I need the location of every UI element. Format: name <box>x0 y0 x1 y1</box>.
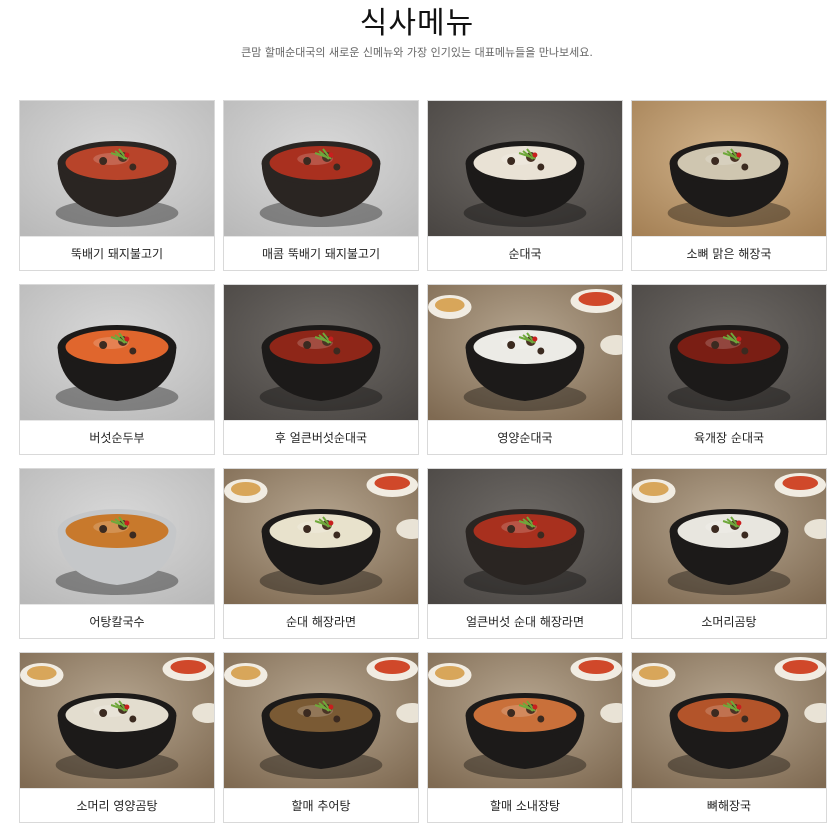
menu-card[interactable]: 뚝배기 돼지불고기 <box>19 100 215 271</box>
menu-photo[interactable] <box>632 469 826 604</box>
menu-label[interactable]: 어탕칼국수 <box>20 604 214 638</box>
menu-photo[interactable] <box>428 285 622 420</box>
menu-card[interactable]: 버섯순두부 <box>19 284 215 455</box>
menu-card[interactable]: 후 얼큰버섯순대국 <box>223 284 419 455</box>
menu-label[interactable]: 소머리곰탕 <box>632 604 826 638</box>
menu-photo[interactable] <box>428 653 622 788</box>
menu-card[interactable]: 뼈해장국 <box>631 652 827 823</box>
menu-card[interactable]: 매콤 뚝배기 돼지불고기 <box>223 100 419 271</box>
page-subtitle: 큰맘 할매순대국의 새로운 신메뉴와 가장 인기있는 대표메뉴들을 만나보세요. <box>241 46 593 59</box>
menu-label[interactable]: 영양순대국 <box>428 420 622 454</box>
menu-label[interactable]: 순대국 <box>428 236 622 270</box>
menu-label[interactable]: 버섯순두부 <box>20 420 214 454</box>
menu-card[interactable]: 순대국 <box>427 100 623 271</box>
menu-photo[interactable] <box>20 469 214 604</box>
menu-card[interactable]: 소머리곰탕 <box>631 468 827 639</box>
menu-photo[interactable] <box>224 653 418 788</box>
menu-label[interactable]: 뼈해장국 <box>632 788 826 822</box>
menu-label[interactable]: 얼큰버섯 순대 해장라면 <box>428 604 622 638</box>
menu-label[interactable]: 소머리 영양곰탕 <box>20 788 214 822</box>
menu-label[interactable]: 육개장 순대국 <box>632 420 826 454</box>
menu-label[interactable]: 할매 추어탕 <box>224 788 418 822</box>
menu-photo[interactable] <box>632 285 826 420</box>
page-title: 식사메뉴 <box>359 6 475 41</box>
menu-photo[interactable] <box>224 285 418 420</box>
menu-photo[interactable] <box>20 101 214 236</box>
menu-photo[interactable] <box>20 285 214 420</box>
menu-card[interactable]: 순대 해장라면 <box>223 468 419 639</box>
menu-photo[interactable] <box>632 101 826 236</box>
page-header: 식사메뉴 큰맘 할매순대국의 새로운 신메뉴와 가장 인기있는 대표메뉴들을 만… <box>0 0 834 60</box>
menu-card[interactable]: 육개장 순대국 <box>631 284 827 455</box>
menu-label[interactable]: 매콤 뚝배기 돼지불고기 <box>224 236 418 270</box>
menu-card[interactable]: 소머리 영양곰탕 <box>19 652 215 823</box>
menu-card[interactable]: 소뼈 맑은 해장국 <box>631 100 827 271</box>
menu-card[interactable]: 할매 소내장탕 <box>427 652 623 823</box>
menu-photo[interactable] <box>632 653 826 788</box>
menu-grid: 뚝배기 돼지불고기 매콤 뚝배기 돼지불고기 순대국 소뼈 맑은 해장국 버섯순… <box>19 100 827 823</box>
menu-card[interactable]: 어탕칼국수 <box>19 468 215 639</box>
menu-label[interactable]: 후 얼큰버섯순대국 <box>224 420 418 454</box>
menu-label[interactable]: 뚝배기 돼지불고기 <box>20 236 214 270</box>
menu-photo[interactable] <box>20 653 214 788</box>
menu-card[interactable]: 영양순대국 <box>427 284 623 455</box>
menu-photo[interactable] <box>224 101 418 236</box>
menu-photo[interactable] <box>428 101 622 236</box>
menu-card[interactable]: 얼큰버섯 순대 해장라면 <box>427 468 623 639</box>
menu-label[interactable]: 할매 소내장탕 <box>428 788 622 822</box>
menu-card[interactable]: 할매 추어탕 <box>223 652 419 823</box>
menu-label[interactable]: 소뼈 맑은 해장국 <box>632 236 826 270</box>
menu-photo[interactable] <box>224 469 418 604</box>
menu-label[interactable]: 순대 해장라면 <box>224 604 418 638</box>
menu-photo[interactable] <box>428 469 622 604</box>
